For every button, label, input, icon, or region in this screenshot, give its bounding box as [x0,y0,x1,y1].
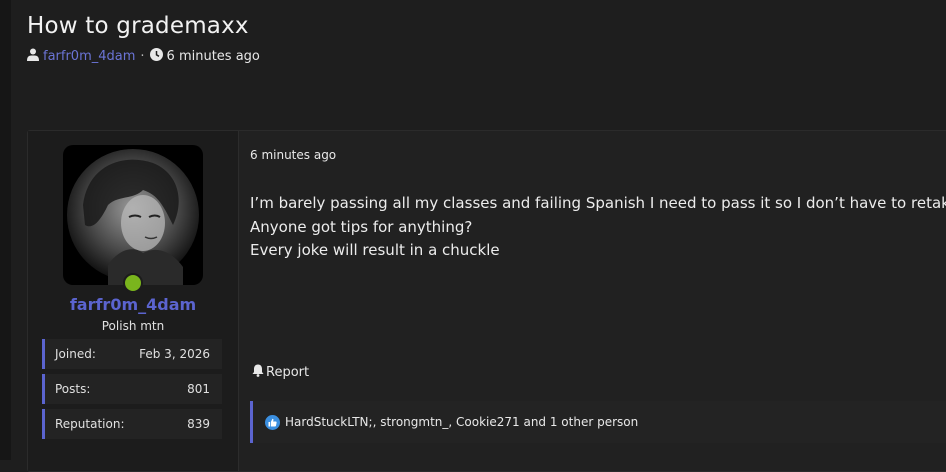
thread-time: 6 minutes ago [166,49,260,64]
post-line: Anyone got tips for anything? [250,217,473,236]
post-time: 6 minutes ago [250,148,337,162]
stat-joined: Joined: Feb 3, 2026 [42,339,222,369]
reactions-text[interactable]: HardStuckLTN;, strongmtn_, Cookie271 and… [285,415,638,429]
stat-posts: Posts: 801 [42,374,222,404]
thread-author-link[interactable]: farfr0m_4dam [43,49,135,64]
stat-value: 839 [187,417,210,431]
bell-icon [252,364,264,381]
clock-icon [149,48,163,65]
user-icon [27,48,39,65]
stat-label: Reputation: [55,417,125,431]
post-line: I’m barely passing all my classes and fa… [250,194,946,212]
post-card: farfr0m_4dam Polish mtn Joined: Feb 3, 2… [27,130,946,472]
meta-separator: · [140,49,145,64]
report-button[interactable]: Report [252,364,309,381]
left-edge-strip [0,0,11,460]
thread-header: How to grademaxx [27,10,249,42]
report-label: Report [266,365,310,380]
user-title: Polish mtn [101,319,165,333]
thread-title: How to grademaxx [27,13,249,39]
stat-label: Joined: [55,347,96,361]
online-status-indicator [123,273,143,293]
user-sidebar: farfr0m_4dam Polish mtn Joined: Feb 3, 2… [28,131,239,471]
reactions-bar[interactable]: HardStuckLTN;, strongmtn_, Cookie271 and… [250,401,946,443]
thread-meta: farfr0m_4dam · 6 minutes ago [27,48,260,65]
stat-value: Feb 3, 2026 [139,347,210,361]
thumbs-up-icon [265,414,280,430]
stat-value: 801 [187,382,210,396]
avatar[interactable] [63,145,203,285]
post-body: I’m barely passing all my classes and fa… [250,192,946,263]
post-content: 6 minutes ago I’m barely passing all my … [250,131,946,471]
user-name-link[interactable]: farfr0m_4dam [28,295,238,314]
stat-label: Posts: [55,382,91,396]
stat-reputation: Reputation: 839 [42,409,222,439]
post-line: Every joke will result in a chuckle [250,241,500,259]
